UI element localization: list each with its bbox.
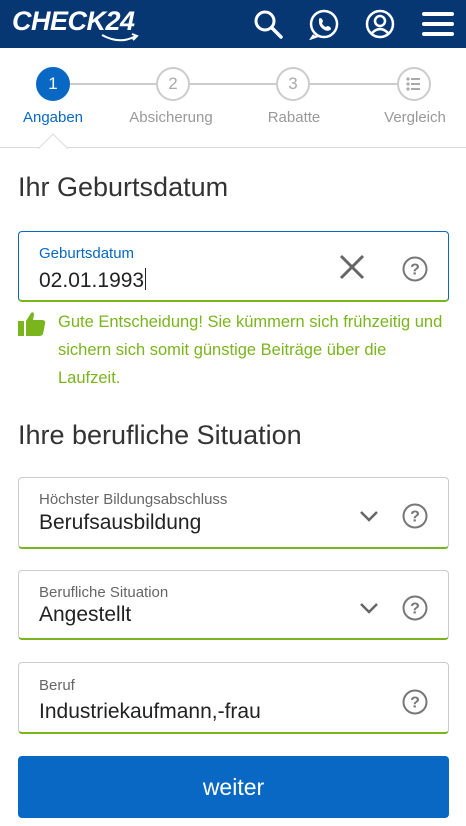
step-4-circle — [397, 67, 431, 101]
employment-label: Berufliche Situation — [39, 584, 169, 601]
help-icon[interactable]: ? — [402, 595, 428, 621]
phone-chat-icon[interactable] — [308, 8, 340, 40]
occupation-input[interactable]: Industriekaufmann,-frau — [39, 700, 261, 724]
text-caret — [145, 268, 147, 290]
step-4-label: Vergleich — [384, 109, 446, 126]
active-step-pointer — [38, 133, 68, 149]
menu-icon[interactable] — [421, 8, 454, 40]
thumbs-up-icon — [18, 312, 46, 336]
svg-text:?: ? — [410, 695, 420, 712]
help-icon[interactable]: ? — [402, 256, 428, 282]
step-3-label: Rabatte — [267, 109, 321, 126]
birthdate-value: 02.01.1993 — [39, 269, 145, 292]
logo-swoosh-icon — [101, 33, 139, 42]
svg-text:?: ? — [410, 509, 420, 526]
education-value: Berufsausbildung — [39, 511, 202, 534]
birthdate-field[interactable]: Geburtsdatum 02.01.1993 ? — [18, 231, 449, 302]
education-label: Höchster Bildungsabschluss — [39, 491, 228, 508]
help-icon[interactable]: ? — [402, 503, 428, 529]
step-connector — [190, 83, 276, 85]
svg-text:?: ? — [410, 601, 420, 618]
step-1-label[interactable]: Angaben — [0, 109, 113, 126]
chevron-down-icon[interactable] — [358, 601, 380, 615]
clear-icon[interactable] — [338, 253, 366, 281]
employment-select[interactable]: Berufliche Situation Angestellt ? — [18, 570, 449, 640]
step-2-circle: 2 — [156, 67, 190, 101]
step-3-circle: 3 — [276, 67, 310, 101]
job-heading: Ihre berufliche Situation — [18, 420, 302, 450]
occupation-field[interactable]: Beruf Industriekaufmann,-frau ? — [18, 662, 449, 734]
help-icon[interactable]: ? — [402, 689, 428, 715]
progress-stepper: 1 2 3 Angaben Absicherung Rabatte Vergle… — [0, 48, 466, 149]
birthdate-label: Geburtsdatum — [39, 245, 135, 262]
birthdate-heading: Ihr Geburtsdatum — [18, 172, 229, 202]
user-account-icon[interactable] — [364, 8, 396, 40]
step-connector — [310, 83, 398, 85]
step-connector — [70, 83, 156, 85]
feedback-text: Gute Entscheidung! Sie kümmern sich früh… — [58, 313, 443, 387]
step-2-label: Absicherung — [129, 109, 213, 126]
birthdate-input[interactable]: 02.01.1993 — [39, 268, 147, 293]
continue-button[interactable]: weiter — [18, 756, 449, 818]
logo-text: CHECK24 — [12, 6, 135, 36]
svg-text:?: ? — [410, 262, 420, 279]
step-1-circle[interactable]: 1 — [36, 67, 70, 101]
search-icon[interactable] — [252, 8, 284, 40]
chevron-down-icon[interactable] — [358, 509, 380, 523]
employment-value: Angestellt — [39, 603, 132, 626]
occupation-label: Beruf — [39, 677, 75, 694]
education-select[interactable]: Höchster Bildungsabschluss Berufsausbild… — [18, 477, 449, 549]
app-header: CHECK24 — [0, 0, 466, 48]
list-icon — [406, 77, 420, 91]
